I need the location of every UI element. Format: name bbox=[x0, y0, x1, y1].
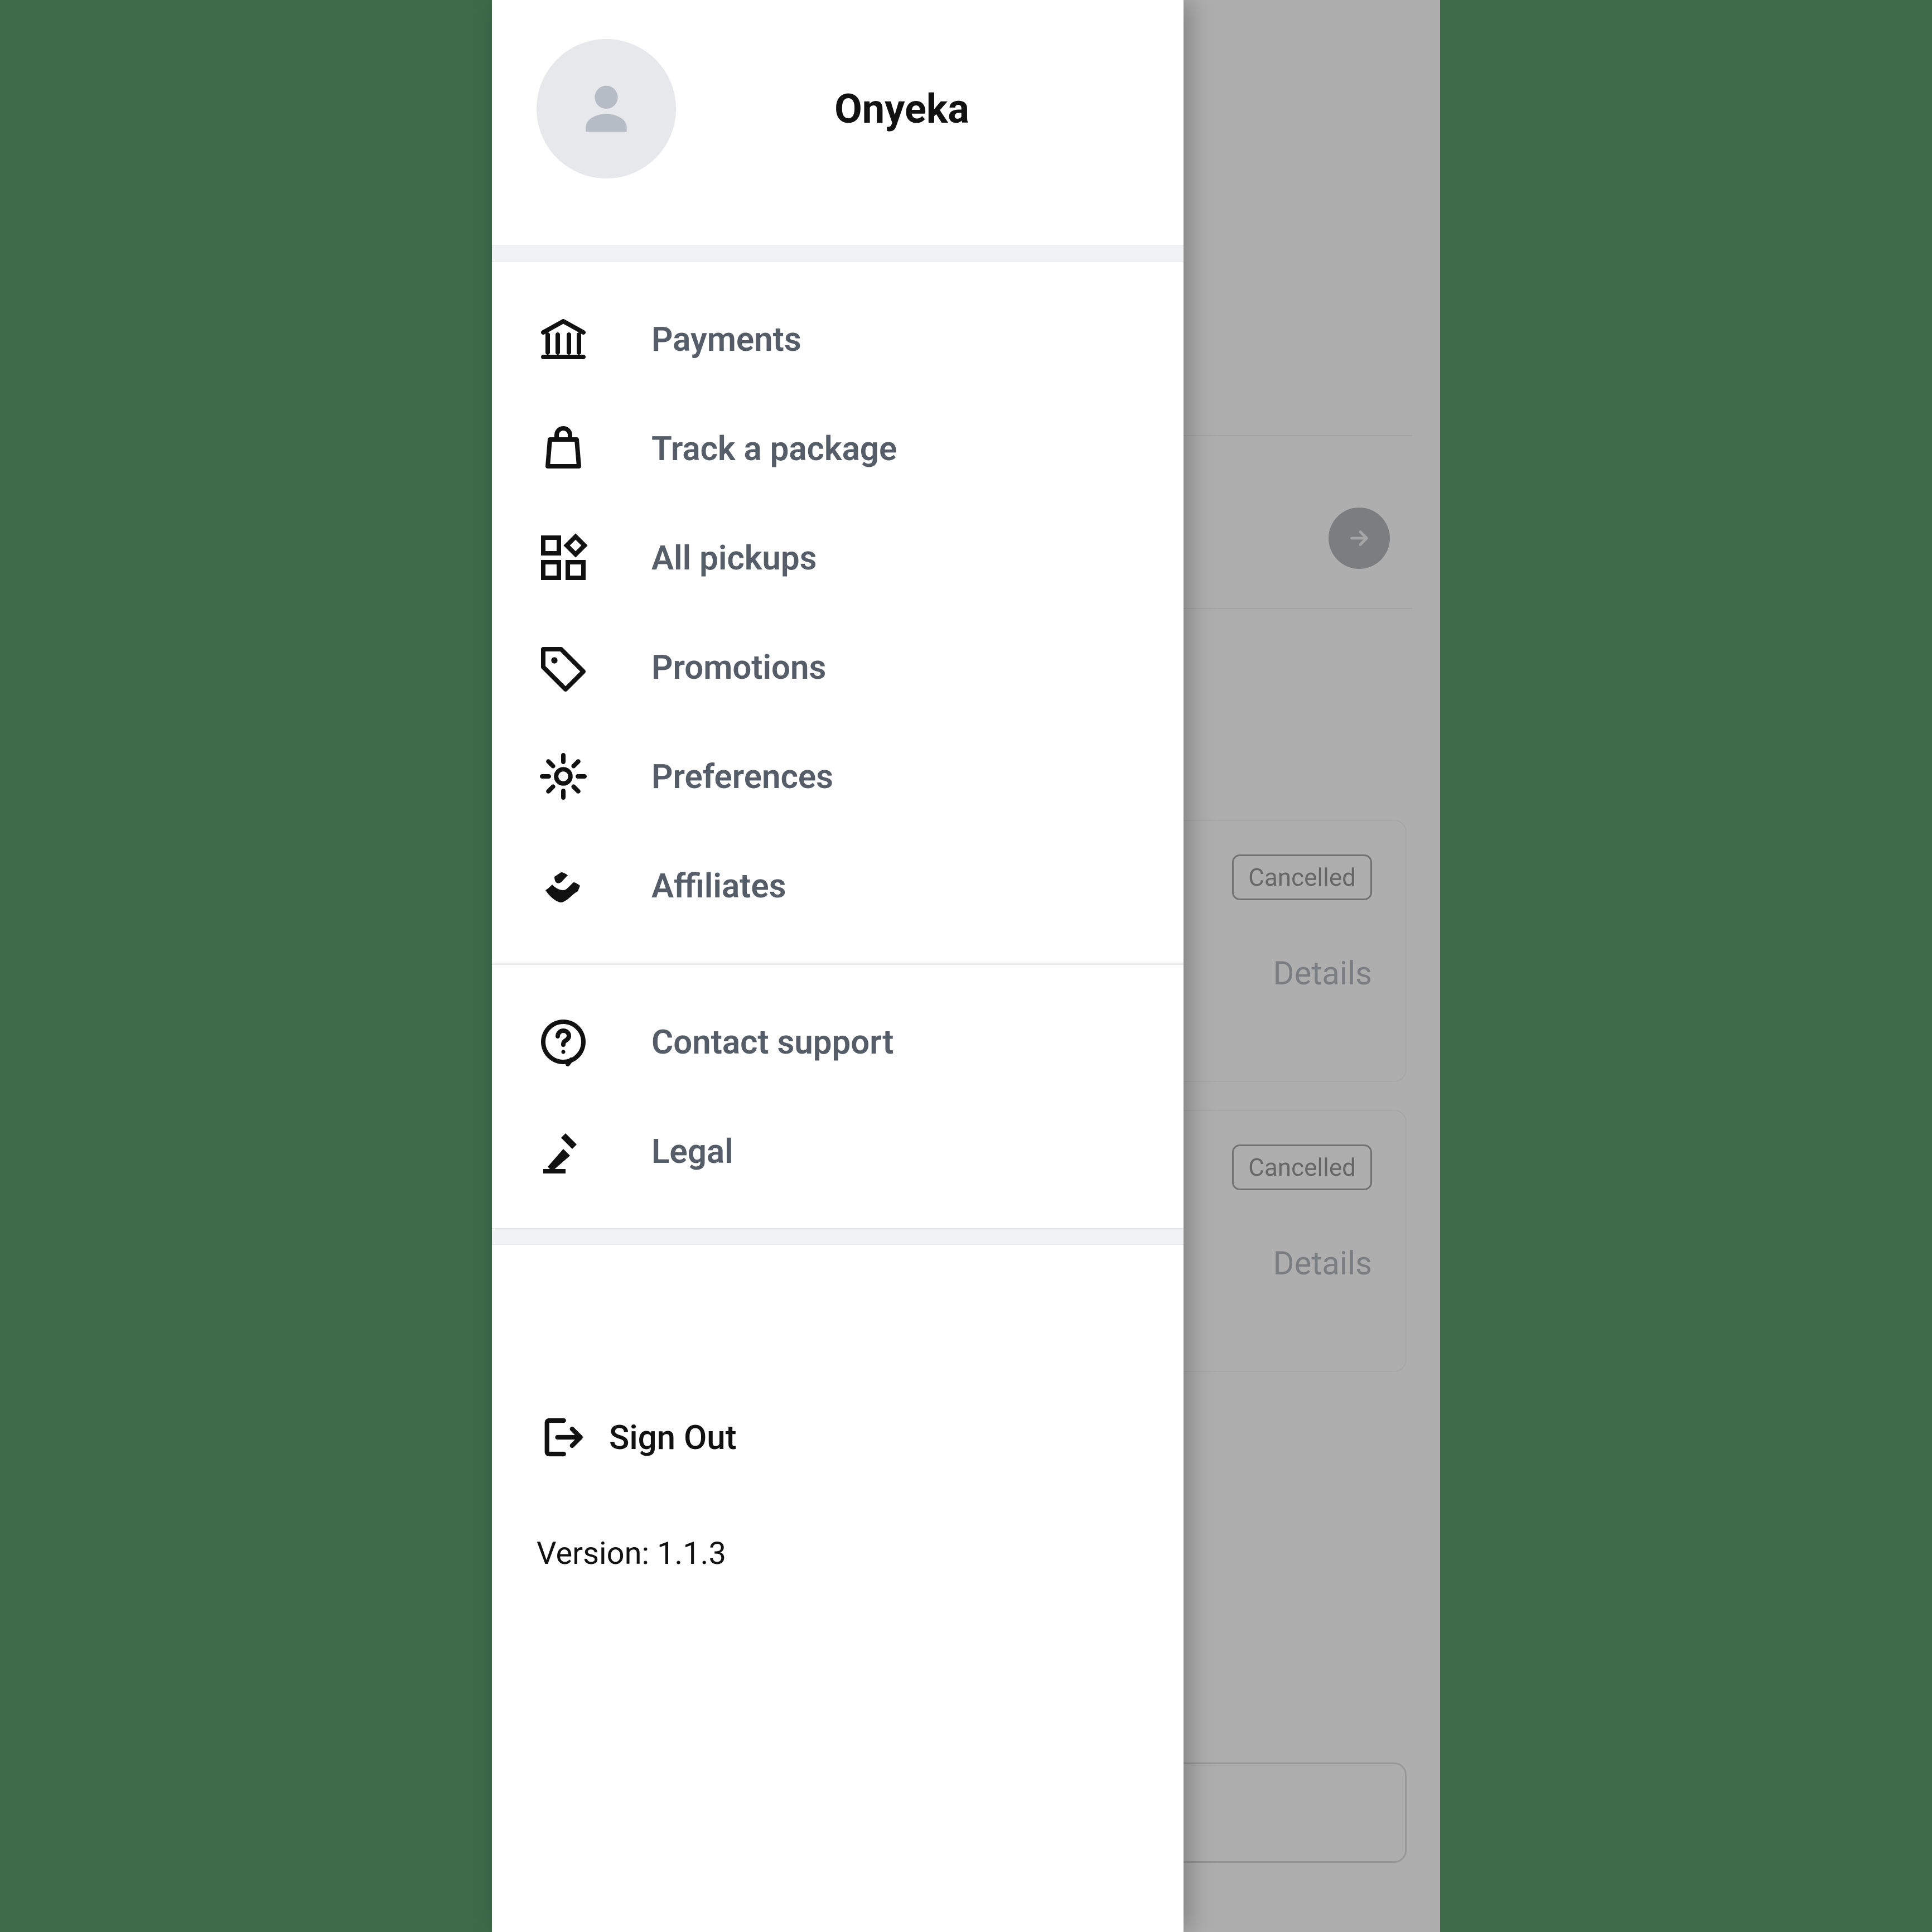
gavel-icon bbox=[537, 1124, 590, 1178]
bag-icon bbox=[537, 422, 590, 475]
menu-label: Preferences bbox=[651, 757, 833, 796]
bank-icon bbox=[537, 312, 590, 366]
help-icon bbox=[537, 1015, 590, 1069]
sign-out-icon bbox=[537, 1412, 587, 1462]
gear-icon bbox=[537, 750, 590, 803]
menu-label: Legal bbox=[651, 1132, 733, 1171]
menu-item-affiliates[interactable]: Affiliates bbox=[492, 831, 1184, 940]
profile-name: Onyeka bbox=[709, 85, 1139, 133]
menu-label: Contact support bbox=[651, 1022, 893, 1062]
version-label: Version: 1.1.3 bbox=[537, 1535, 1139, 1572]
menu-item-promotions[interactable]: Promotions bbox=[492, 612, 1184, 722]
menu-label: Track a package bbox=[651, 429, 897, 468]
menu-label: Promotions bbox=[651, 648, 826, 687]
menu-group-support: Contact support Legal bbox=[492, 965, 1184, 1228]
profile-header[interactable]: Onyeka bbox=[492, 0, 1184, 245]
menu-item-payments[interactable]: Payments bbox=[492, 284, 1184, 394]
menu-item-contact-support[interactable]: Contact support bbox=[492, 987, 1184, 1097]
widgets-icon bbox=[537, 531, 590, 585]
sign-out-label: Sign Out bbox=[609, 1418, 737, 1457]
divider bbox=[492, 1228, 1184, 1245]
menu-item-preferences[interactable]: Preferences bbox=[492, 722, 1184, 831]
menu-item-all-pickups[interactable]: All pickups bbox=[492, 503, 1184, 612]
divider bbox=[492, 245, 1184, 262]
tag-icon bbox=[537, 640, 590, 694]
handshake-icon bbox=[537, 859, 590, 912]
menu-item-legal[interactable]: Legal bbox=[492, 1097, 1184, 1206]
avatar bbox=[537, 39, 676, 178]
menu-item-track-package[interactable]: Track a package bbox=[492, 394, 1184, 503]
sign-out-button[interactable]: Sign Out bbox=[537, 1412, 1139, 1462]
menu-group-main: Payments Track a package All pickups bbox=[492, 262, 1184, 963]
menu-label: All pickups bbox=[651, 538, 817, 578]
phone-frame: Cancelled Details Cancelled Details Onye… bbox=[492, 0, 1440, 1932]
menu-label: Affiliates bbox=[651, 866, 786, 906]
menu-label: Payments bbox=[651, 320, 801, 359]
side-drawer: Onyeka Payments Track a package bbox=[492, 0, 1184, 1932]
